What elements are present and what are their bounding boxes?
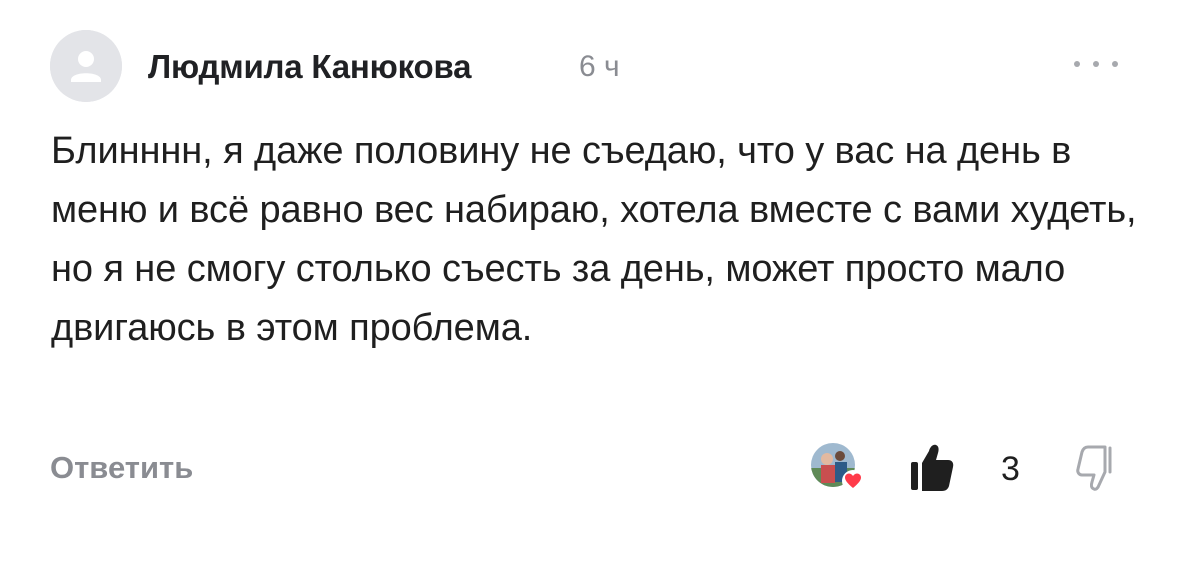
reply-button[interactable]: Ответить (50, 450, 193, 486)
comment-time: 6 ч (579, 50, 620, 83)
comment-footer: Ответить 3 (50, 438, 1130, 498)
liker-avatar-with-heart-icon[interactable] (808, 438, 866, 496)
like-count: 3 (1001, 450, 1020, 488)
dot (1074, 61, 1080, 67)
dot (1093, 61, 1099, 67)
thumbs-down-icon[interactable] (1074, 442, 1122, 494)
dot (1112, 61, 1118, 67)
author-name[interactable]: Людмила Канюкова (148, 48, 471, 86)
thumbs-up-icon[interactable] (910, 441, 954, 493)
comment-card: Людмила Канюкова 6 ч Блинннн, я даже пол… (0, 0, 1179, 561)
comment-header: Людмила Канюкова 6 ч (50, 30, 1130, 102)
user-placeholder-icon[interactable] (50, 30, 122, 102)
more-dots-icon[interactable] (1074, 52, 1118, 76)
comment-text: Блинннн, я даже половину не съедаю, что … (51, 130, 1137, 349)
